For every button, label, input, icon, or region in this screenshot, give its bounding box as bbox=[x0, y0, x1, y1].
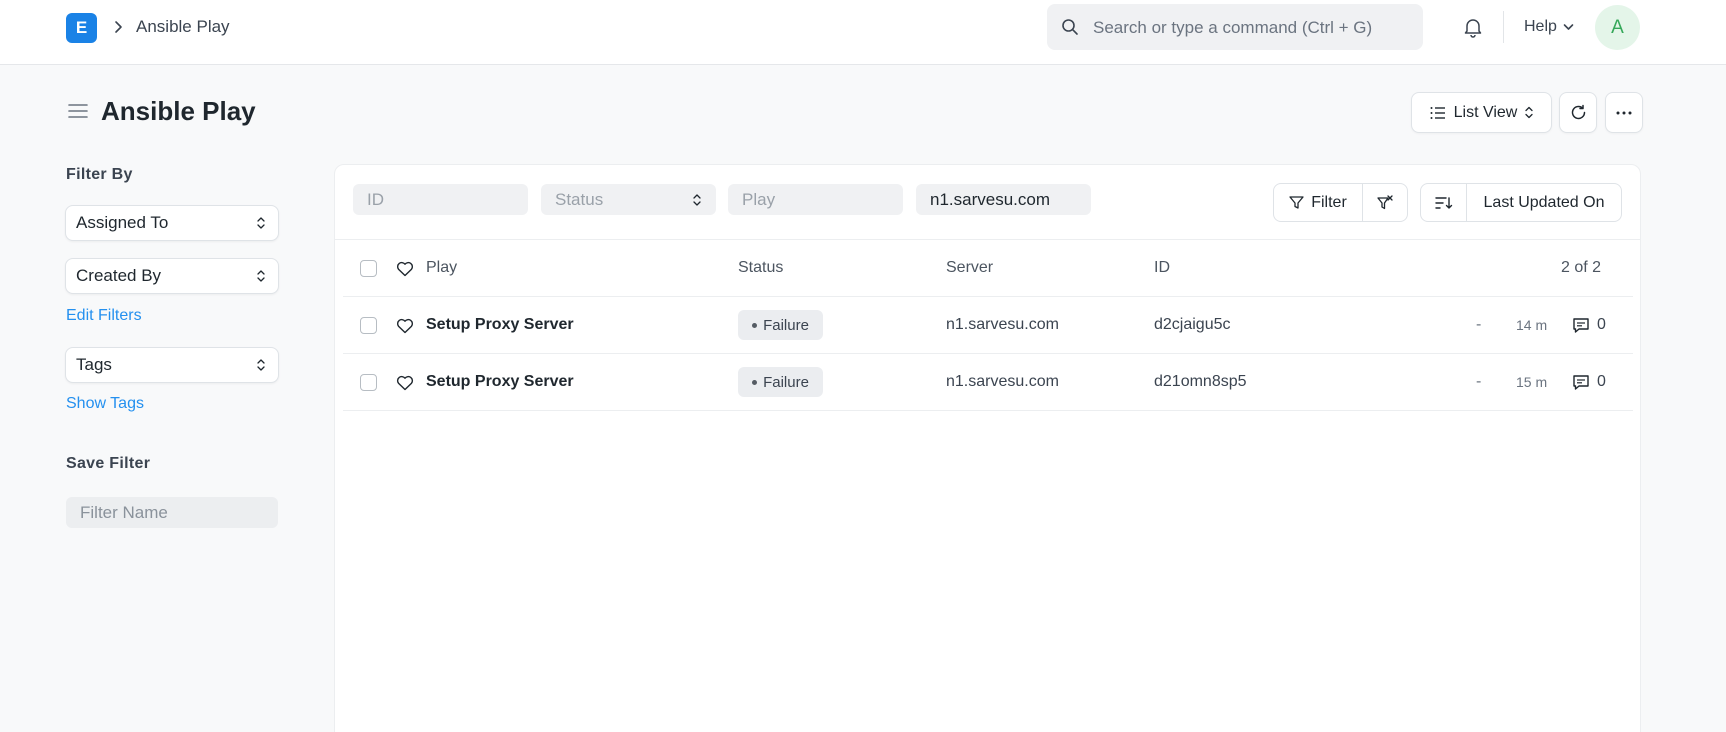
row-server[interactable]: n1.sarvesu.com bbox=[946, 372, 1059, 392]
filter-clear-icon bbox=[1377, 194, 1393, 209]
row-comments[interactable]: 0 bbox=[1572, 372, 1606, 392]
sort-updown-icon bbox=[257, 270, 265, 282]
comment-icon bbox=[1573, 317, 1589, 333]
created-by-select[interactable]: Created By bbox=[65, 258, 279, 294]
row-checkbox[interactable] bbox=[360, 317, 377, 334]
row-modified: 15 m bbox=[1516, 374, 1548, 390]
help-label: Help bbox=[1524, 18, 1557, 35]
header-divider bbox=[343, 296, 1633, 297]
chevron-right-icon bbox=[115, 21, 122, 33]
status-dot bbox=[752, 379, 758, 385]
menu-icon[interactable] bbox=[68, 102, 88, 120]
navbar: E Ansible Play Search or type a command … bbox=[0, 0, 1726, 65]
assigned-to-label: Assigned To bbox=[76, 213, 169, 232]
filter-name-input[interactable]: Filter Name bbox=[66, 497, 278, 528]
filter-label: Filter bbox=[1311, 193, 1347, 211]
column-header-status[interactable]: Status bbox=[738, 258, 783, 278]
list-icon bbox=[1430, 106, 1445, 119]
sort-direction-icon bbox=[1434, 196, 1452, 209]
search-icon bbox=[1062, 19, 1078, 35]
row-assigned: - bbox=[1476, 373, 1482, 390]
sort-updown-icon bbox=[257, 359, 265, 371]
row-divider bbox=[343, 410, 1633, 411]
row-modified: 14 m bbox=[1516, 317, 1548, 333]
refresh-button[interactable] bbox=[1559, 92, 1597, 133]
assigned-to-select[interactable]: Assigned To bbox=[65, 205, 279, 241]
breadcrumb[interactable]: Ansible Play bbox=[136, 17, 230, 37]
save-filter-heading: Save Filter bbox=[66, 455, 151, 472]
app-logo[interactable]: E bbox=[66, 13, 97, 43]
sort-direction-button[interactable] bbox=[1421, 184, 1467, 221]
status-badge[interactable]: Failure bbox=[738, 367, 823, 397]
navbar-divider bbox=[1503, 11, 1504, 43]
row-comments[interactable]: 0 bbox=[1572, 315, 1606, 335]
filter-by-heading: Filter By bbox=[66, 166, 133, 183]
show-tags-link[interactable]: Show Tags bbox=[66, 395, 144, 413]
list-card bbox=[334, 164, 1641, 732]
sort-updown-icon bbox=[257, 217, 265, 229]
row-play-title[interactable]: Setup Proxy Server bbox=[426, 372, 574, 392]
column-header-id[interactable]: ID bbox=[1154, 258, 1170, 278]
status-text: Failure bbox=[763, 373, 809, 391]
list-view-label: List View bbox=[1453, 103, 1518, 121]
bell-icon[interactable] bbox=[1462, 16, 1484, 38]
row-play-title[interactable]: Setup Proxy Server bbox=[426, 315, 574, 335]
row-id[interactable]: d21omn8sp5 bbox=[1154, 372, 1247, 392]
record-count: 2 of 2 bbox=[1561, 259, 1602, 276]
search-placeholder: Search or type a command (Ctrl + G) bbox=[1093, 18, 1373, 37]
list-view-button[interactable]: List View bbox=[1411, 92, 1552, 133]
card-divider bbox=[335, 239, 1640, 240]
status-filter-label: Status bbox=[555, 190, 604, 209]
tags-select[interactable]: Tags bbox=[65, 347, 279, 383]
status-text: Failure bbox=[763, 316, 809, 334]
comment-count: 0 bbox=[1597, 316, 1606, 333]
more-button[interactable] bbox=[1605, 92, 1643, 133]
column-header-server[interactable]: Server bbox=[946, 258, 993, 278]
row-checkbox[interactable] bbox=[360, 374, 377, 391]
status-badge[interactable]: Failure bbox=[738, 310, 823, 340]
sort-by-button[interactable]: Last Updated On bbox=[1467, 184, 1621, 221]
filter-group: Filter bbox=[1273, 183, 1408, 222]
tags-label: Tags bbox=[76, 355, 112, 374]
filter-icon bbox=[1289, 196, 1304, 209]
help-menu[interactable]: Help bbox=[1524, 17, 1574, 37]
sort-updown-icon bbox=[693, 194, 701, 206]
row-server[interactable]: n1.sarvesu.com bbox=[946, 315, 1059, 335]
column-header-play[interactable]: Play bbox=[426, 258, 457, 278]
comment-icon bbox=[1573, 374, 1589, 390]
refresh-icon bbox=[1571, 104, 1585, 120]
row-assigned: - bbox=[1476, 316, 1482, 333]
status-filter-select[interactable]: Status bbox=[541, 184, 716, 215]
clear-filters-button[interactable] bbox=[1363, 184, 1407, 221]
heart-icon[interactable] bbox=[396, 318, 414, 334]
filter-button[interactable]: Filter bbox=[1274, 184, 1363, 221]
search-bar[interactable]: Search or type a command (Ctrl + G) bbox=[1047, 4, 1423, 50]
chevron-down-icon bbox=[1563, 24, 1574, 30]
status-dot bbox=[752, 322, 758, 328]
play-filter-input[interactable]: Play bbox=[728, 184, 903, 215]
server-filter-input[interactable]: n1.sarvesu.com bbox=[916, 184, 1091, 215]
id-filter-input[interactable]: ID bbox=[353, 184, 528, 215]
edit-filters-link[interactable]: Edit Filters bbox=[66, 307, 142, 325]
page-title: Ansible Play bbox=[101, 96, 256, 126]
avatar[interactable]: A bbox=[1595, 5, 1640, 50]
sort-group: Last Updated On bbox=[1420, 183, 1622, 222]
heart-icon[interactable] bbox=[396, 375, 414, 391]
select-all-checkbox[interactable] bbox=[360, 260, 377, 277]
created-by-label: Created By bbox=[76, 266, 162, 285]
row-divider bbox=[343, 353, 1633, 354]
sort-updown-icon bbox=[1525, 106, 1534, 119]
comment-count: 0 bbox=[1597, 373, 1606, 390]
row-id[interactable]: d2cjaigu5c bbox=[1154, 315, 1231, 335]
more-icon bbox=[1616, 111, 1632, 114]
heart-icon[interactable] bbox=[396, 261, 414, 277]
